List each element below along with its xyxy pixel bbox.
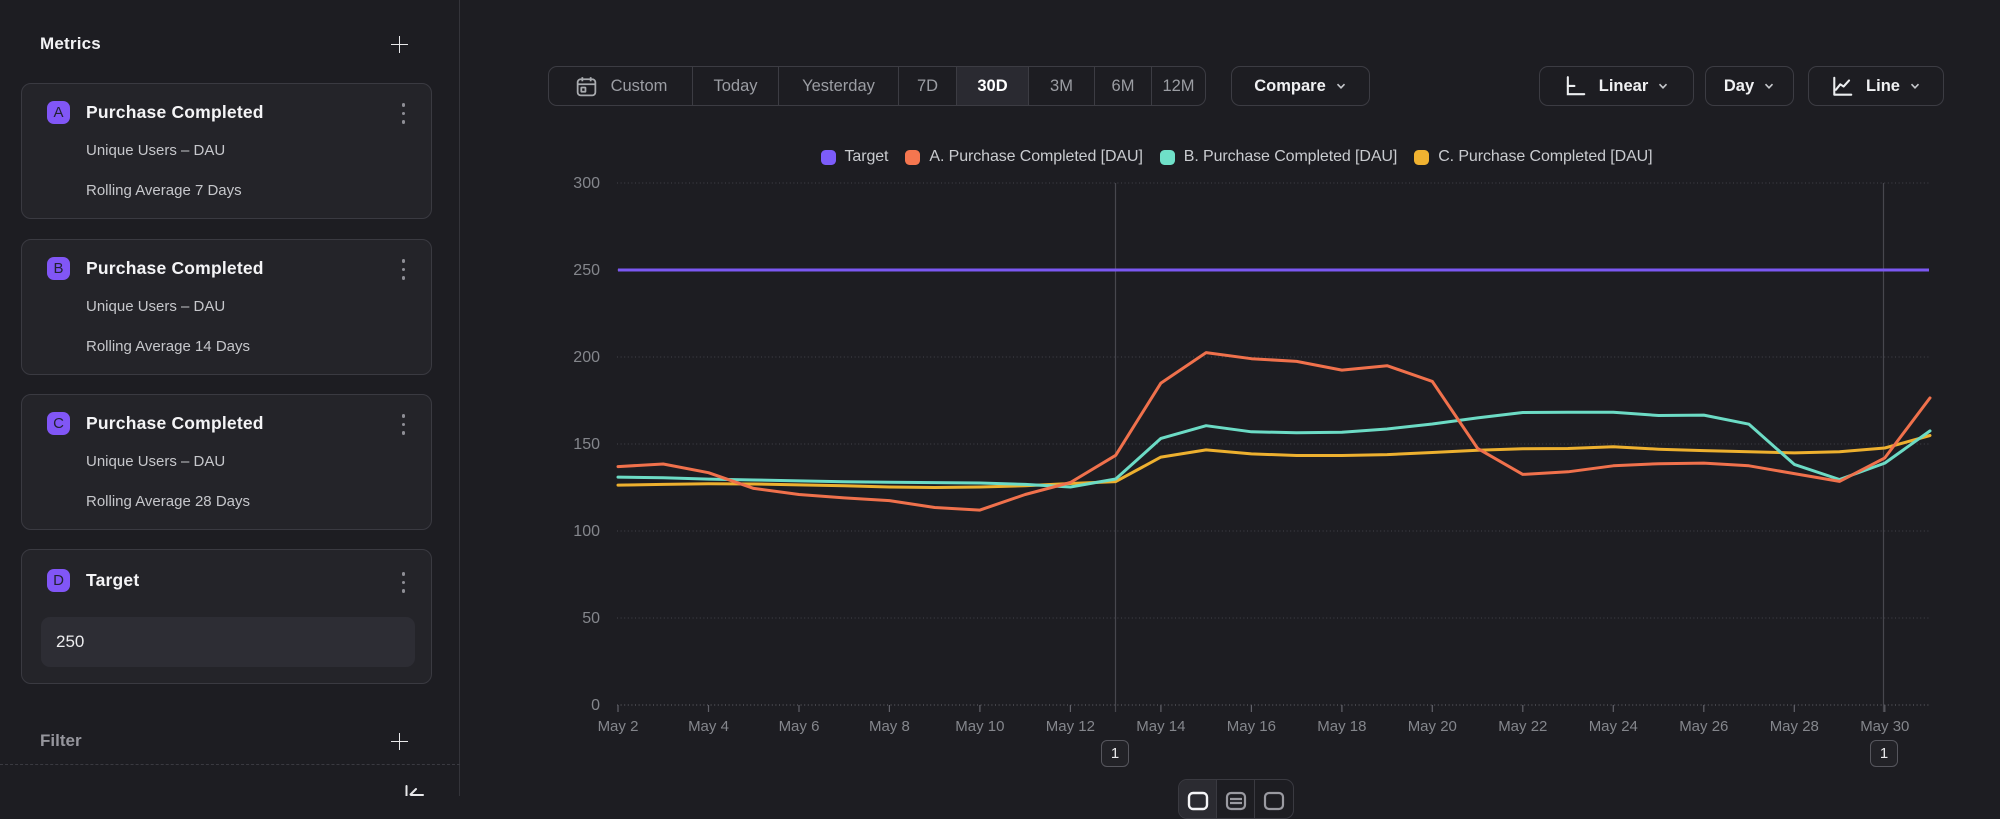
svg-text:May 14: May 14 bbox=[1136, 718, 1185, 735]
svg-text:300: 300 bbox=[573, 175, 600, 192]
svg-text:150: 150 bbox=[573, 436, 600, 453]
svg-text:250: 250 bbox=[573, 262, 600, 279]
svg-text:0: 0 bbox=[591, 697, 600, 714]
svg-text:May 30: May 30 bbox=[1860, 718, 1909, 735]
svg-text:May 8: May 8 bbox=[869, 718, 910, 735]
svg-text:May 12: May 12 bbox=[1046, 718, 1095, 735]
svg-text:May 28: May 28 bbox=[1770, 718, 1819, 735]
svg-text:50: 50 bbox=[582, 610, 600, 627]
svg-text:May 26: May 26 bbox=[1679, 718, 1728, 735]
svg-text:May 20: May 20 bbox=[1408, 718, 1457, 735]
svg-text:May 22: May 22 bbox=[1498, 718, 1547, 735]
svg-text:100: 100 bbox=[573, 523, 600, 540]
svg-text:May 6: May 6 bbox=[779, 718, 820, 735]
svg-text:May 2: May 2 bbox=[598, 718, 639, 735]
svg-text:May 18: May 18 bbox=[1317, 718, 1366, 735]
svg-text:May 24: May 24 bbox=[1589, 718, 1638, 735]
svg-text:May 4: May 4 bbox=[688, 718, 729, 735]
svg-text:May 16: May 16 bbox=[1227, 718, 1276, 735]
svg-text:May 10: May 10 bbox=[955, 718, 1004, 735]
svg-text:200: 200 bbox=[573, 349, 600, 366]
